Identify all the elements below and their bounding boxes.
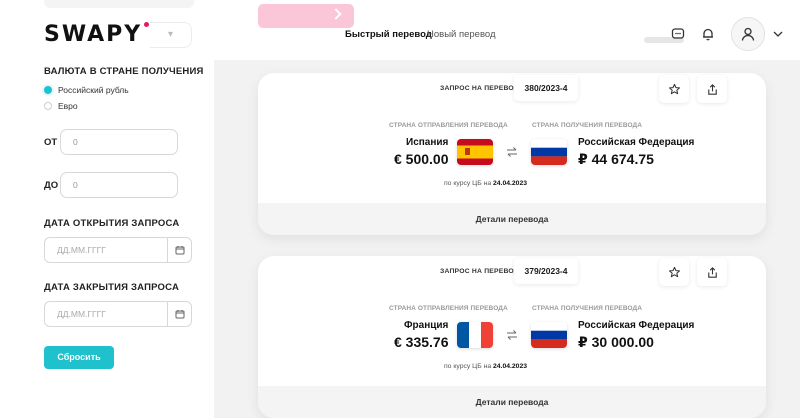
tab-new-transfer[interactable]: Новый перевод [427,29,496,40]
receiver-country: Российская Федерация [578,320,695,331]
receiver-amount: ₽ 44 674.75 [578,151,654,167]
request-number: 380/2023-4 [514,75,578,101]
exchange-rate-note: по курсу ЦБ на 24.04.2023 [444,363,528,370]
swap-arrows-icon [506,328,518,340]
swapy-logo[interactable]: SWAPY [44,22,150,47]
filter-sidebar: SWAPY ▾ ВАЛЮТА В СТРАНЕ ПОЛУЧЕНИЯ Россий… [0,0,214,418]
amount-to-input[interactable]: 0 [60,172,178,198]
calendar-icon[interactable] [167,302,191,326]
radio-label: Евро [58,101,78,111]
transfer-card: ЗАПРОС НА ПЕРЕВОД 379/2023-4 СТРАНА ОТПР… [258,256,766,418]
favorite-button[interactable] [659,258,689,286]
amount-from-input[interactable]: 0 [60,129,178,155]
faded-select-field[interactable]: ▾ [150,22,192,48]
share-icon [707,83,717,95]
user-icon [741,27,755,41]
sender-country-title: СТРАНА ОТПРАВЛЕНИЯ ПЕРЕВОДА [389,305,508,312]
amount-to-label: ДО [44,180,59,191]
spain-flag-icon [457,139,493,165]
receiver-amount: ₽ 30 000.00 [578,334,654,350]
transfer-card: ЗАПРОС НА ПЕРЕВОД 380/2023-4 СТРАНА ОТПР… [258,73,766,235]
currency-radio-rub[interactable]: Российский рубль [44,85,129,95]
close-date-title: ДАТА ЗАКРЫТИЯ ЗАПРОСА [44,282,180,293]
currency-section-title: ВАЛЮТА В СТРАНЕ ПОЛУЧЕНИЯ [44,66,204,77]
reset-button[interactable]: Сбросить [44,346,114,369]
open-date-placeholder: ДД.ММ.ГГГГ [57,245,106,255]
request-label: ЗАПРОС НА ПЕРЕВОД [440,85,519,92]
russia-flag-icon [531,139,567,165]
russia-flag-icon [531,322,567,348]
star-icon [668,83,680,94]
transfer-details-button[interactable]: Детали перевода [258,386,766,418]
receiver-country-title: СТРАНА ПОЛУЧЕНИЯ ПЕРЕВОДА [532,305,643,312]
open-date-input[interactable]: ДД.ММ.ГГГГ [44,237,192,263]
top-header: Быстрый перевод Новый перевод [214,0,800,60]
radio-selected-icon [44,86,52,94]
star-icon [668,266,680,277]
sender-amount: € 335.76 [394,334,449,350]
bell-icon[interactable] [698,24,718,44]
sender-amount: € 500.00 [394,151,449,167]
calendar-icon[interactable] [167,238,191,262]
tab-quick-transfer[interactable]: Быстрый перевод [345,29,432,40]
receiver-country: Российская Федерация [578,137,695,148]
faded-filter-field [44,0,194,8]
chat-icon[interactable] [668,24,688,44]
share-button[interactable] [697,258,727,286]
sender-country: Франция [404,320,449,331]
transfer-details-button[interactable]: Детали перевода [258,203,766,235]
user-avatar[interactable] [731,17,765,51]
request-number: 379/2023-4 [514,258,578,284]
faded-pink-button[interactable] [258,4,354,28]
exchange-rate-note: по курсу ЦБ на 24.04.2023 [444,180,528,187]
close-date-input[interactable]: ДД.ММ.ГГГГ [44,301,192,327]
swap-arrows-icon [506,145,518,157]
amount-from-label: ОТ [44,137,58,148]
share-button[interactable] [697,75,727,103]
radio-label: Российский рубль [58,85,129,95]
receiver-country-title: СТРАНА ПОЛУЧЕНИЯ ПЕРЕВОДА [532,122,643,129]
favorite-button[interactable] [659,75,689,103]
request-label: ЗАПРОС НА ПЕРЕВОД [440,268,519,275]
sender-country-title: СТРАНА ОТПРАВЛЕНИЯ ПЕРЕВОДА [389,122,508,129]
sender-country: Испания [406,137,449,148]
radio-unselected-icon [44,102,52,110]
chevron-down-icon[interactable] [771,28,785,40]
france-flag-icon [457,322,493,348]
open-date-title: ДАТА ОТКРЫТИЯ ЗАПРОСА [44,218,180,229]
share-icon [707,266,717,278]
close-date-placeholder: ДД.ММ.ГГГГ [57,309,106,319]
currency-radio-eur[interactable]: Евро [44,101,78,111]
